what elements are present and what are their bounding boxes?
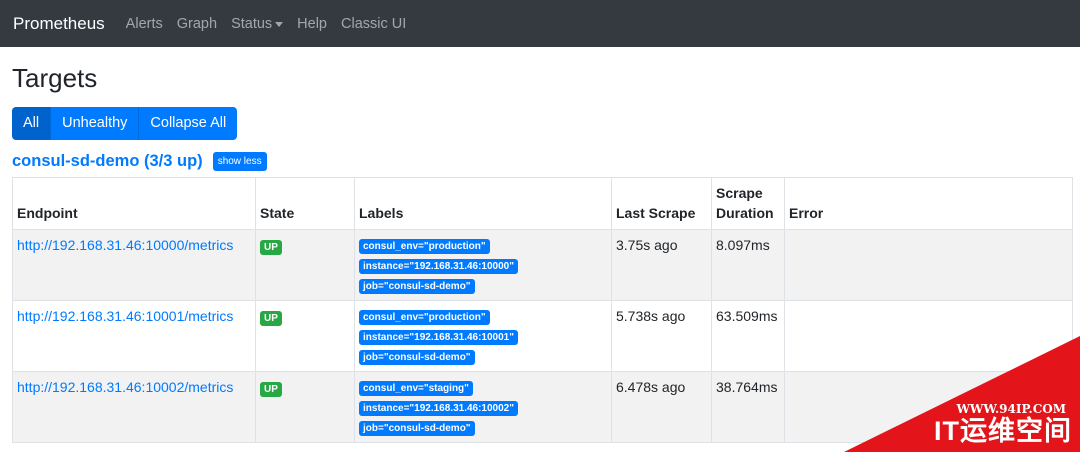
labels-cell: consul_env="staging" instance="192.168.3… <box>354 371 612 443</box>
nav-status-label: Status <box>231 15 273 32</box>
error-cell <box>784 229 1073 301</box>
filter-unhealthy-button[interactable]: Unhealthy <box>51 107 140 140</box>
last-scrape-cell: 5.738s ago <box>611 300 712 372</box>
collapse-all-button[interactable]: Collapse All <box>139 107 238 140</box>
state-badge: UP <box>260 382 282 397</box>
state-cell: UP <box>255 371 355 443</box>
label-badge: consul_env="staging" <box>359 381 473 396</box>
table-row: http://192.168.31.46:10001/metrics UP co… <box>12 300 1073 372</box>
filter-button-group: All Unhealthy Collapse All <box>12 107 238 140</box>
column-header-scrape-duration: Scrape Duration <box>711 177 785 230</box>
endpoint-link[interactable]: http://192.168.31.46:10002/metrics <box>17 379 233 395</box>
endpoint-link[interactable]: http://192.168.31.46:10001/metrics <box>17 308 233 324</box>
main-content: Targets All Unhealthy Collapse All consu… <box>0 63 1080 443</box>
last-scrape-cell: 3.75s ago <box>611 229 712 301</box>
labels-cell: consul_env="production" instance="192.16… <box>354 229 612 301</box>
state-cell: UP <box>255 229 355 301</box>
table-row: http://192.168.31.46:10002/metrics UP co… <box>12 371 1073 443</box>
endpoint-link[interactable]: http://192.168.31.46:10000/metrics <box>17 237 233 253</box>
nav-classic-ui[interactable]: Classic UI <box>341 16 406 32</box>
column-header-endpoint: Endpoint <box>12 177 256 230</box>
nav-status-dropdown[interactable]: Status <box>231 15 284 32</box>
label-badge: instance="192.168.31.46:10000" <box>359 259 518 274</box>
page-title: Targets <box>12 63 98 93</box>
labels-cell: consul_env="production" instance="192.16… <box>354 300 612 372</box>
column-header-last-scrape: Last Scrape <box>611 177 712 230</box>
state-badge: UP <box>260 311 282 326</box>
error-cell <box>784 300 1073 372</box>
last-scrape-cell: 6.478s ago <box>611 371 712 443</box>
label-badge: consul_env="production" <box>359 310 490 325</box>
error-cell <box>784 371 1073 443</box>
brand-link[interactable]: Prometheus <box>13 14 105 34</box>
top-navbar: Prometheus Alerts Graph Status Help Clas… <box>0 0 1080 47</box>
table-header-row: Endpoint State Labels Last Scrape Scrape… <box>12 177 1073 230</box>
scrape-duration-cell: 38.764ms <box>711 371 785 443</box>
label-badge: instance="192.168.31.46:10001" <box>359 330 518 345</box>
label-badge: job="consul-sd-demo" <box>359 350 475 365</box>
job-title-link[interactable]: consul-sd-demo (3/3 up) <box>12 152 203 171</box>
table-row: http://192.168.31.46:10000/metrics UP co… <box>12 229 1073 301</box>
endpoint-cell: http://192.168.31.46:10001/metrics <box>12 300 256 372</box>
caret-down-icon <box>275 21 284 27</box>
column-header-labels: Labels <box>354 177 612 230</box>
label-badge: consul_env="production" <box>359 239 490 254</box>
show-less-button[interactable]: show less <box>212 151 267 171</box>
nav-alerts[interactable]: Alerts <box>126 16 163 32</box>
filter-all-button[interactable]: All <box>12 107 52 140</box>
nav-help[interactable]: Help <box>297 16 327 32</box>
label-badge: job="consul-sd-demo" <box>359 421 475 436</box>
endpoint-cell: http://192.168.31.46:10002/metrics <box>12 371 256 443</box>
job-header: consul-sd-demo (3/3 up) show less <box>12 150 1068 172</box>
state-cell: UP <box>255 300 355 372</box>
targets-table: Endpoint State Labels Last Scrape Scrape… <box>12 177 1073 443</box>
scrape-duration-cell: 63.509ms <box>711 300 785 372</box>
nav-graph[interactable]: Graph <box>177 16 217 32</box>
label-badge: job="consul-sd-demo" <box>359 279 475 294</box>
column-header-state: State <box>255 177 355 230</box>
label-badge: instance="192.168.31.46:10002" <box>359 401 518 416</box>
endpoint-cell: http://192.168.31.46:10000/metrics <box>12 229 256 301</box>
scrape-duration-cell: 8.097ms <box>711 229 785 301</box>
state-badge: UP <box>260 240 282 255</box>
column-header-error: Error <box>784 177 1073 230</box>
